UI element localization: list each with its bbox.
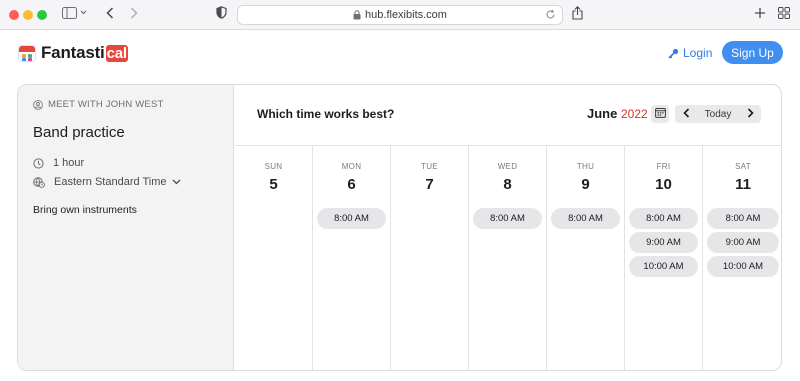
new-tab-button[interactable] (753, 6, 767, 24)
privacy-report-button[interactable] (214, 6, 228, 24)
day-of-week-label: TUE (421, 162, 438, 171)
day-column-sun: SUN 5 (235, 146, 313, 370)
time-slot-button[interactable]: 10:00 AM (707, 256, 779, 277)
day-number: 5 (269, 176, 278, 193)
browser-toolbar: hub.flexibits.com (0, 0, 800, 30)
day-number: 7 (425, 176, 434, 193)
back-button[interactable] (103, 6, 117, 24)
forward-button[interactable] (127, 6, 141, 24)
day-of-week-label: WED (497, 162, 518, 171)
day-number: 6 (347, 176, 356, 193)
day-column-mon: MON 6 8:00 AM (313, 146, 391, 370)
previous-week-button[interactable] (677, 105, 695, 123)
week-navigation: Today (675, 105, 761, 123)
timezone-label: Eastern Standard Time (54, 176, 167, 188)
calendar-icon (654, 105, 666, 123)
day-column-thu: THU 9 8:00 AM (547, 146, 625, 370)
chevron-left-icon (106, 6, 114, 24)
chevron-right-icon (747, 105, 754, 123)
week-grid: SUN 5 MON 6 8:00 AM TUE 7 WED 8 8:00 AM THU 9 8:00 A… (235, 145, 781, 370)
scheduling-card: MEET WITH JOHN WEST Band practice 1 hour… (17, 84, 782, 371)
today-button[interactable]: Today (696, 105, 740, 123)
event-details-panel: MEET WITH JOHN WEST Band practice 1 hour… (18, 85, 234, 370)
login-label: Login (683, 46, 713, 60)
person-icon (33, 99, 43, 110)
time-slot-button[interactable]: 9:00 AM (629, 232, 698, 253)
key-icon (668, 48, 679, 59)
duration-label: 1 hour (53, 157, 85, 169)
month-label: June (587, 106, 618, 121)
lock-icon (353, 10, 361, 20)
sidebar-icon (62, 6, 88, 24)
shield-icon (215, 6, 227, 24)
time-slot-button[interactable]: 8:00 AM (629, 208, 698, 229)
minimize-window-button[interactable] (23, 10, 33, 20)
time-slot-button[interactable]: 8:00 AM (551, 208, 620, 229)
logo-wordmark: Fantasti cal (41, 43, 128, 62)
event-duration: 1 hour (33, 157, 84, 169)
day-number: 11 (735, 176, 751, 193)
time-slot-button[interactable]: 8:00 AM (473, 208, 542, 229)
time-slot-button[interactable]: 8:00 AM (317, 208, 386, 229)
fantastical-logo[interactable]: Fantasti cal (18, 43, 128, 63)
calendar-picker-button[interactable] (651, 105, 669, 123)
meet-with-label: MEET WITH JOHN WEST (48, 99, 164, 110)
address-bar[interactable]: hub.flexibits.com (237, 5, 563, 25)
grid-icon (778, 6, 790, 24)
day-column-tue: TUE 7 (391, 146, 469, 370)
sign-up-button[interactable]: Sign Up (722, 41, 783, 64)
plus-icon (754, 6, 766, 24)
sidebar-toggle-button[interactable] (60, 6, 90, 24)
day-of-week-label: MON (341, 162, 362, 171)
day-number: 9 (581, 176, 590, 193)
close-window-button[interactable] (9, 10, 19, 20)
chevron-right-icon (130, 6, 138, 24)
chevron-down-icon (172, 179, 181, 185)
timezone-selector[interactable]: Eastern Standard Time (33, 176, 181, 188)
url-text: hub.flexibits.com (365, 9, 447, 21)
globe-clock-icon (33, 176, 45, 188)
share-icon (571, 5, 583, 25)
event-title: Band practice (33, 124, 125, 141)
tab-overview-button[interactable] (777, 6, 791, 24)
fantastical-logo-icon (18, 44, 36, 62)
zoom-window-button[interactable] (37, 10, 47, 20)
reload-icon[interactable] (545, 9, 556, 20)
day-of-week-label: SAT (735, 162, 751, 171)
day-column-fri: FRI 10 8:00 AM 9:00 AM 10:00 AM (625, 146, 703, 370)
time-slot-button[interactable]: 10:00 AM (629, 256, 698, 277)
share-button[interactable] (570, 5, 584, 25)
day-column-sat: SAT 11 8:00 AM 9:00 AM 10:00 AM (703, 146, 781, 370)
login-link[interactable]: Login (668, 45, 712, 61)
day-of-week-label: FRI (656, 162, 671, 171)
time-slot-button[interactable]: 8:00 AM (707, 208, 779, 229)
clock-icon (33, 157, 44, 169)
day-column-wed: WED 8 8:00 AM (469, 146, 547, 370)
next-week-button[interactable] (741, 105, 759, 123)
day-number: 8 (503, 176, 512, 193)
time-slot-button[interactable]: 9:00 AM (707, 232, 779, 253)
event-description: Bring own instruments (33, 204, 137, 216)
chevron-left-icon (682, 105, 690, 123)
time-picker-panel: Which time works best? June 2022 Today S… (235, 85, 781, 370)
day-number: 10 (655, 176, 672, 193)
year-label: 2022 (621, 107, 648, 121)
day-of-week-label: THU (576, 162, 595, 171)
meet-with-header: MEET WITH JOHN WEST (33, 99, 164, 110)
day-of-week-label: SUN (264, 162, 283, 171)
time-question: Which time works best? (257, 107, 395, 121)
